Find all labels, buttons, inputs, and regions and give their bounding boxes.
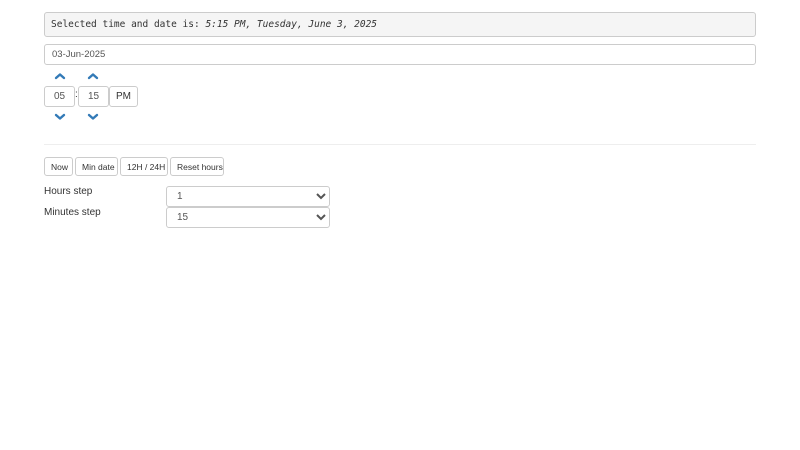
hours-decrement-chevron-down-icon[interactable]: [53, 112, 67, 122]
minutes-input[interactable]: [78, 86, 109, 107]
meridian-toggle-button[interactable]: PM: [109, 86, 138, 107]
minutes-decrement-chevron-down-icon[interactable]: [86, 112, 100, 122]
hours-input[interactable]: [44, 86, 75, 107]
now-button[interactable]: Now: [44, 157, 73, 176]
divider: [44, 144, 756, 145]
page: Selected time and date is: 5:15 PM, Tues…: [0, 0, 800, 450]
hours-step-label: Hours step: [44, 186, 93, 197]
minutes-increment-chevron-up-icon[interactable]: [86, 71, 100, 81]
selected-datetime-display: Selected time and date is: 5:15 PM, Tues…: [44, 12, 756, 37]
selected-datetime-prefix: Selected time and date is:: [51, 19, 206, 30]
selected-datetime-value: 5:15 PM, Tuesday, June 3, 2025: [205, 19, 378, 30]
date-input[interactable]: [44, 44, 756, 65]
hours-increment-chevron-up-icon[interactable]: [53, 71, 67, 81]
minutes-step-label: Minutes step: [44, 207, 101, 218]
hours-step-select[interactable]: 1: [166, 186, 330, 207]
minutes-step-select[interactable]: 15: [166, 207, 330, 228]
min-date-button[interactable]: Min date: [75, 157, 118, 176]
toggle-12h-24h-button[interactable]: 12H / 24H: [120, 157, 168, 176]
reset-hours-button[interactable]: Reset hours: [170, 157, 224, 176]
